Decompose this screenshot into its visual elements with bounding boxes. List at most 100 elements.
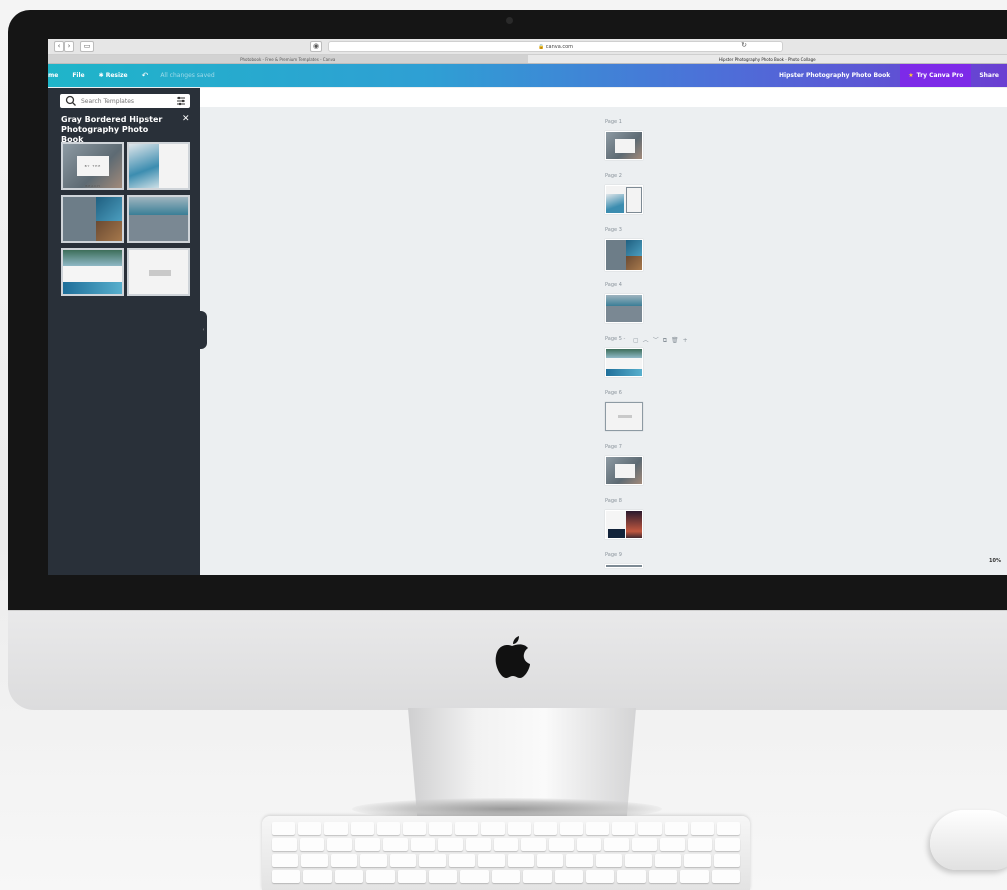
page-label: Page 7 — [605, 444, 622, 450]
thumb-photo — [626, 256, 642, 270]
thumb-photo — [129, 197, 188, 215]
home-link[interactable]: me — [48, 72, 58, 79]
close-icon[interactable]: ✕ — [182, 114, 190, 124]
thumb-photo — [608, 529, 625, 538]
note-icon[interactable]: ▢ — [633, 337, 643, 344]
page-thumb[interactable] — [605, 131, 643, 160]
page-thumb[interactable] — [605, 294, 643, 323]
lock-icon: 🔒 — [537, 44, 545, 50]
template-thumb-1[interactable]: BY THE BEACH — [61, 142, 124, 190]
search-input[interactable] — [81, 97, 171, 105]
page-thumb[interactable] — [605, 402, 643, 431]
page-item[interactable]: Page 7 — [605, 444, 643, 485]
move-down-icon[interactable]: ﹀ — [653, 337, 663, 344]
page-thumb[interactable] — [605, 456, 643, 485]
screen: ‹ › ▭ ◉ 🔒 canva.com ↻ Photobook - Free &… — [48, 39, 1007, 575]
duplicate-icon[interactable]: ⧉ — [663, 337, 671, 344]
safari-toolbar: ‹ › ▭ ◉ 🔒 canva.com ↻ — [48, 39, 1007, 55]
template-thumb-3[interactable] — [61, 195, 124, 243]
thumb-photo — [606, 295, 642, 306]
back-button[interactable]: ‹ — [54, 41, 64, 52]
thumb-photo — [606, 349, 642, 358]
canva-header: me File ✱ Resize ↶ All changes saved Hip… — [48, 64, 1007, 87]
sidebar-toggle-icon[interactable]: ▭ — [80, 41, 94, 52]
thumb-photo — [626, 511, 642, 538]
page-item[interactable]: Page 2 — [605, 173, 643, 214]
editor-toolbar — [200, 88, 1007, 107]
resize-button[interactable]: ✱ Resize — [99, 72, 128, 79]
thumb-photo — [96, 197, 122, 221]
page-thumb[interactable] — [605, 564, 643, 568]
page-item[interactable]: Page 4 — [605, 282, 643, 323]
page-tools: ▢︿﹀⧉🗑+ — [633, 335, 692, 345]
page-item[interactable]: Page 5 - ▢︿﹀⧉🗑+ — [605, 336, 688, 377]
header-right: Hipster Photography Photo Book ★ Try Can… — [779, 64, 1007, 87]
page-label: Page 3 — [605, 227, 622, 233]
page-thumb[interactable] — [605, 239, 643, 271]
move-up-icon[interactable]: ︿ — [643, 337, 653, 344]
page-label: Page 2 — [605, 173, 622, 179]
template-sidebar: Gray Bordered Hipster Photography Photo … — [48, 88, 200, 575]
thumb-photo — [63, 250, 122, 266]
page-label: Page 9 — [605, 552, 622, 558]
thumb-photo — [626, 240, 642, 256]
privacy-icon[interactable]: ◉ — [310, 41, 322, 52]
thumb-photo — [129, 144, 159, 188]
url-field[interactable]: 🔒 canva.com — [328, 41, 783, 52]
document-title[interactable]: Hipster Photography Photo Book — [779, 72, 890, 79]
camera — [506, 17, 513, 24]
page-item[interactable]: Page 6 — [605, 390, 643, 431]
forward-button[interactable]: › — [64, 41, 74, 52]
page-label: Page 1 — [605, 119, 622, 125]
page-item[interactable]: Page 1 — [605, 119, 643, 160]
try-canva-pro-button[interactable]: ★ Try Canva Pro — [900, 64, 972, 87]
search-box[interactable] — [60, 94, 190, 108]
save-status: All changes saved — [160, 72, 215, 79]
thumb-photo — [606, 369, 642, 376]
resize-label: Resize — [105, 72, 128, 79]
thumb-photo — [606, 194, 624, 213]
keyboard — [262, 816, 750, 890]
share-button[interactable]: Share — [971, 72, 1007, 79]
page-label: Page 4 — [605, 282, 622, 288]
tab-photobook[interactable]: Photobook - Free & Premium Templates - C… — [48, 55, 528, 63]
thumb-card — [615, 464, 635, 478]
undo-icon[interactable]: ↶ — [142, 71, 149, 80]
url-text: canva.com — [545, 44, 574, 50]
thumb-photo — [63, 282, 122, 294]
try-pro-label: Try Canva Pro — [916, 72, 964, 79]
page-item[interactable]: Page 3 — [605, 227, 643, 271]
delete-icon[interactable]: 🗑 — [671, 337, 683, 344]
thumb-frame — [626, 187, 642, 213]
thumb-text-block — [149, 270, 171, 276]
template-thumb-2[interactable] — [127, 142, 190, 190]
page-thumb[interactable] — [605, 510, 643, 539]
reload-icon[interactable]: ↻ — [738, 41, 750, 52]
template-thumb-5[interactable] — [61, 248, 124, 296]
template-title: Gray Bordered Hipster Photography Photo … — [61, 115, 163, 144]
filter-icon[interactable] — [176, 96, 186, 106]
crown-icon: ★ — [908, 72, 914, 79]
thumb-text: BY THE BEACH — [77, 156, 109, 188]
page-label: Page 8 — [605, 498, 622, 504]
tab-hipster-photo-book[interactable]: Hipster Photography Photo Book - Photo C… — [527, 55, 1007, 63]
search-icon — [65, 95, 76, 106]
thumb-text-block — [618, 415, 632, 418]
collapse-sidebar-button[interactable]: ‹ — [200, 311, 207, 349]
add-page-icon[interactable]: + — [683, 337, 692, 344]
tab-bar: Photobook - Free & Premium Templates - C… — [48, 55, 1007, 64]
thumb-photo — [96, 221, 122, 241]
page-thumb[interactable] — [605, 348, 643, 377]
page-thumb[interactable] — [605, 185, 643, 214]
template-thumb-6[interactable] — [127, 248, 190, 296]
page-item[interactable]: Page 9 — [605, 552, 643, 568]
apple-logo-icon — [495, 636, 530, 678]
page-label: Page 6 — [605, 390, 622, 396]
page-item[interactable]: Page 8 — [605, 498, 643, 539]
mouse — [930, 810, 1007, 870]
template-thumb-4[interactable] — [127, 195, 190, 243]
thumb-card — [615, 139, 635, 153]
file-menu[interactable]: File — [72, 72, 84, 79]
zoom-level[interactable]: 10% — [989, 558, 1001, 564]
star-icon: ✱ — [98, 72, 106, 79]
